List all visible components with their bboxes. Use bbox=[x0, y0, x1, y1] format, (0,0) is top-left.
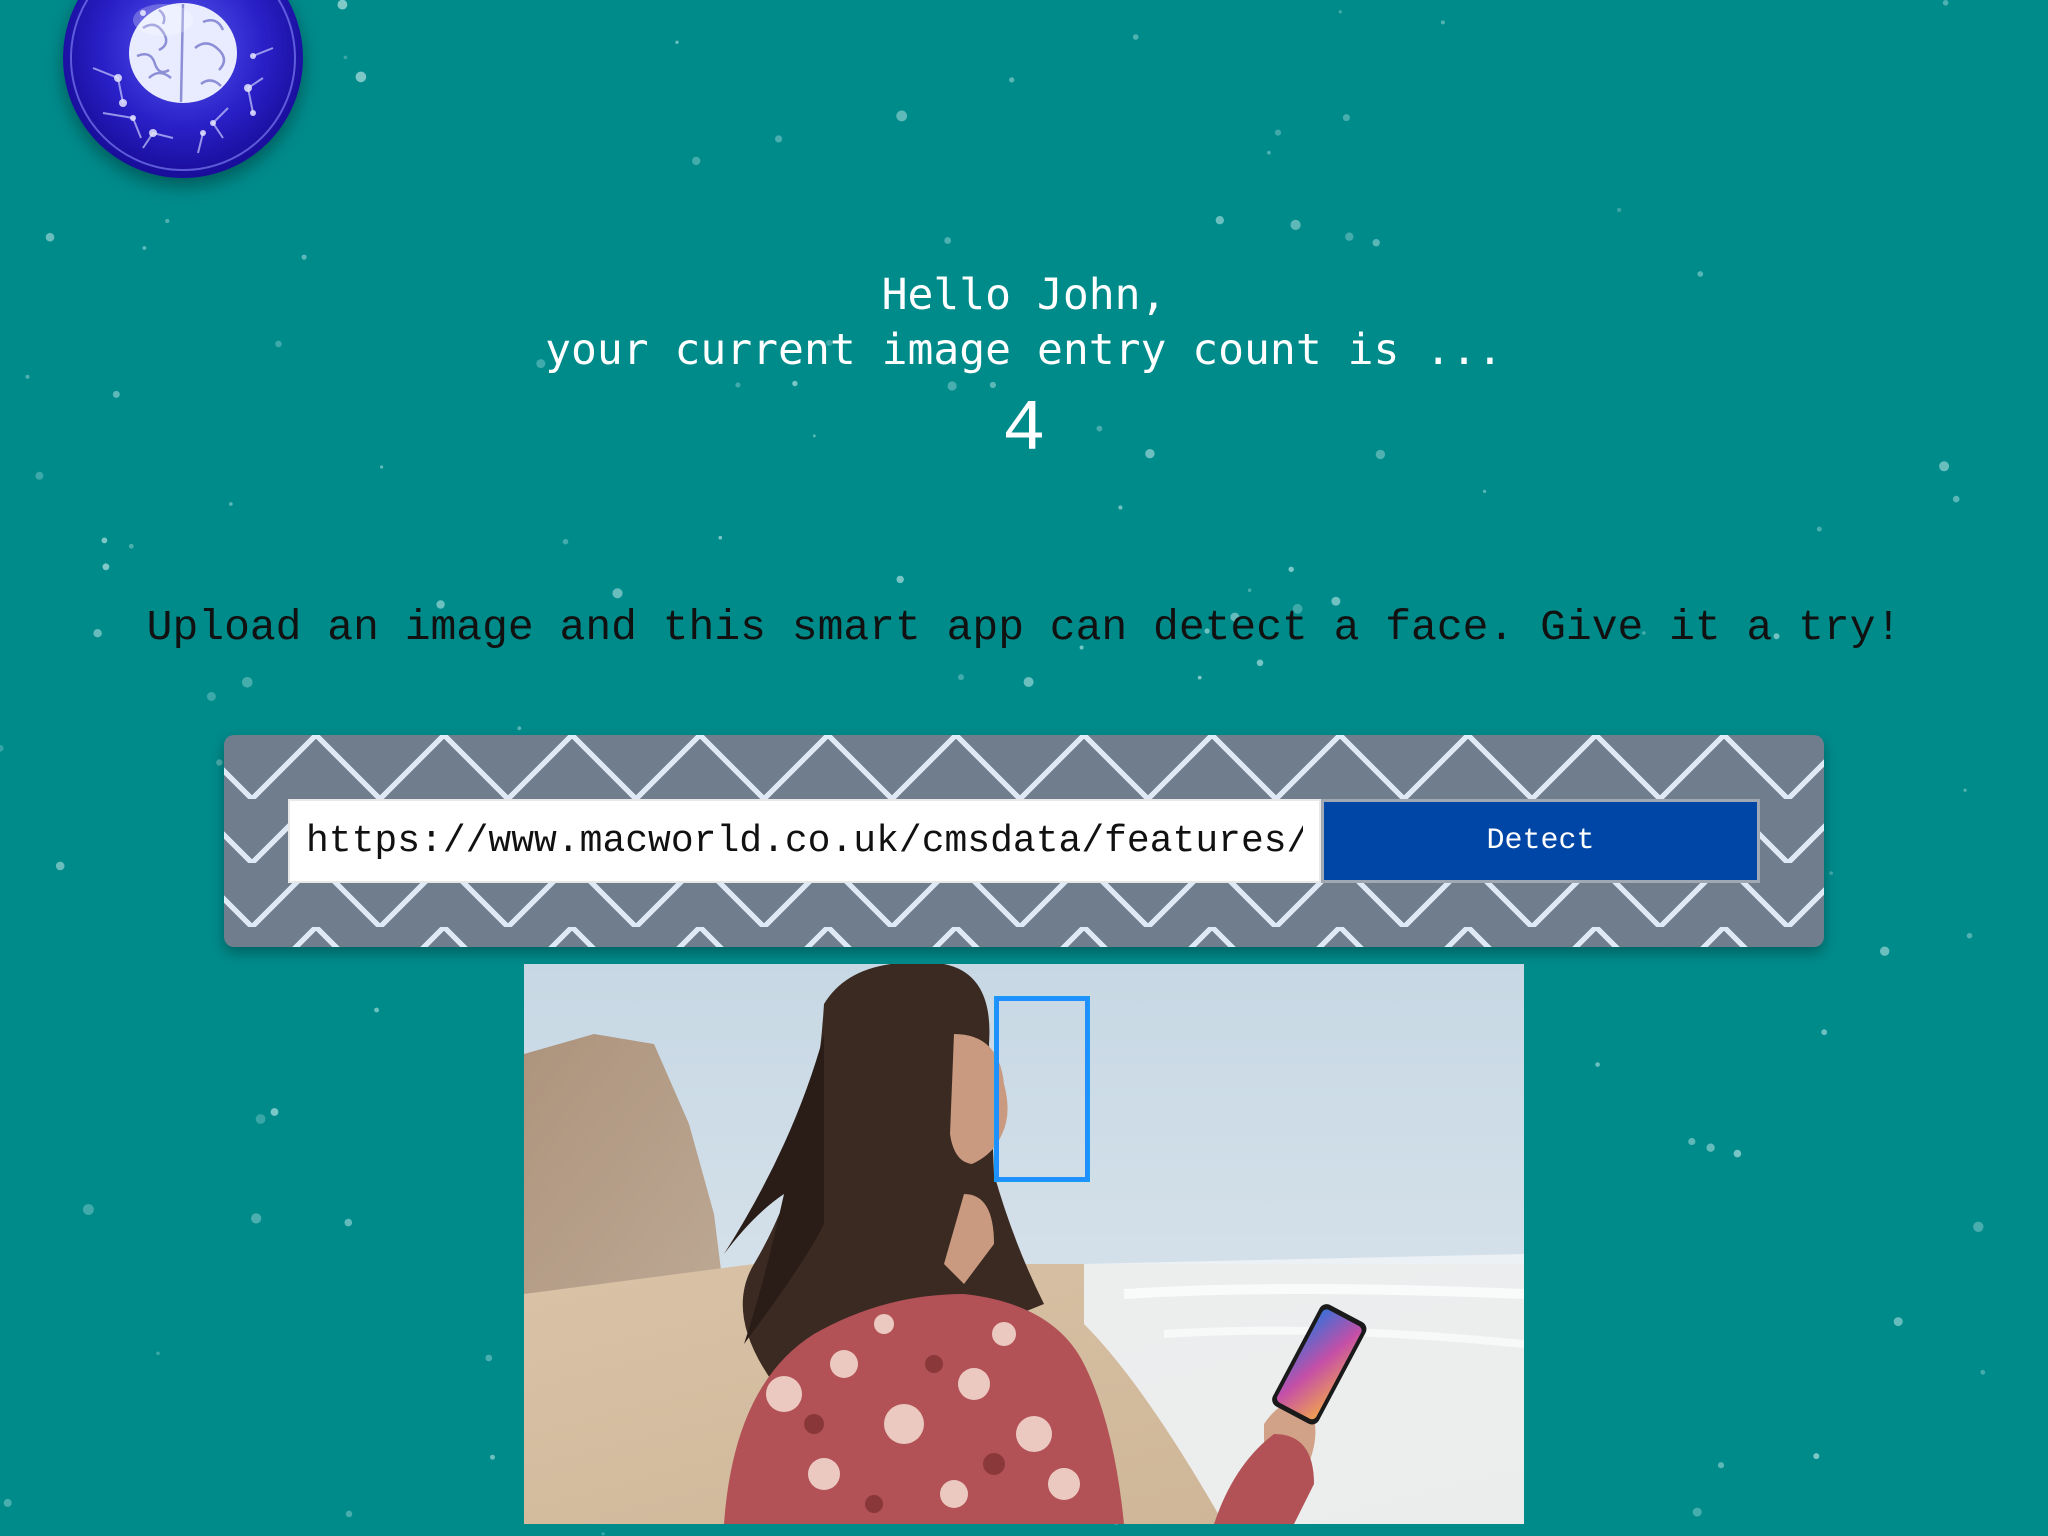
particle-dot bbox=[944, 237, 952, 244]
result-image-frame bbox=[524, 964, 1524, 1524]
particle-dot bbox=[301, 254, 307, 260]
particle-dot bbox=[1440, 20, 1445, 25]
particle-dot bbox=[1118, 505, 1123, 510]
particle-dot bbox=[128, 543, 134, 549]
particle-dot bbox=[1717, 1462, 1725, 1469]
particle-dot bbox=[1952, 495, 1960, 503]
particle-dot bbox=[1009, 77, 1015, 83]
particle-dot bbox=[102, 563, 110, 571]
particle-dot bbox=[1342, 114, 1350, 122]
particle-dot bbox=[1942, 0, 1949, 6]
particle-dot bbox=[1616, 207, 1622, 213]
particle-dot bbox=[156, 1351, 160, 1356]
particle-dot bbox=[1966, 932, 1973, 939]
particle-dot bbox=[1372, 239, 1380, 247]
particle-dot bbox=[343, 55, 348, 60]
greeting: Hello John, your current image entry cou… bbox=[0, 268, 2048, 378]
particle-dot bbox=[45, 232, 55, 242]
particle-dot bbox=[675, 40, 679, 44]
particle-dot bbox=[485, 1354, 493, 1362]
particle-dot bbox=[216, 759, 223, 766]
particle-dot bbox=[1688, 1137, 1696, 1146]
particle-dot bbox=[255, 1114, 266, 1124]
particle-dot bbox=[1963, 788, 1967, 792]
particle-dot bbox=[165, 218, 170, 224]
tagline: Upload an image and this smart app can d… bbox=[146, 603, 1902, 652]
particle-dot bbox=[1973, 1221, 1984, 1233]
particle-dot bbox=[345, 1510, 353, 1518]
particle-dot bbox=[1706, 1143, 1715, 1152]
particle-dot bbox=[1267, 150, 1271, 155]
entry-count: 4 bbox=[1002, 389, 1046, 471]
particle-dot bbox=[1483, 489, 1487, 493]
particle-dot bbox=[692, 156, 701, 166]
particle-dot bbox=[601, 1532, 605, 1536]
particle-dot bbox=[242, 677, 253, 688]
particle-dot bbox=[1893, 1317, 1903, 1327]
particle-dot bbox=[1816, 526, 1822, 532]
particle-dot bbox=[3, 1498, 12, 1507]
form-row: Detect bbox=[288, 799, 1760, 883]
greeting-line-2: your current image entry count is ... bbox=[545, 325, 1503, 375]
particle-dot bbox=[1821, 1029, 1828, 1036]
detect-button[interactable]: Detect bbox=[1321, 799, 1760, 883]
particle-dot bbox=[55, 861, 65, 871]
particle-dot bbox=[0, 745, 4, 752]
particle-dot bbox=[228, 502, 233, 506]
particle-dot bbox=[612, 588, 623, 599]
particle-dot bbox=[101, 537, 108, 544]
particle-dot bbox=[1247, 588, 1252, 592]
particle-dot bbox=[1338, 10, 1342, 14]
particle-dot bbox=[1980, 1369, 1986, 1375]
particle-dot bbox=[958, 674, 964, 681]
particle-dot bbox=[1256, 659, 1264, 667]
particle-dot bbox=[344, 1218, 353, 1227]
particle-dot bbox=[1215, 216, 1225, 225]
particle-dot bbox=[562, 538, 569, 545]
particle-dot bbox=[1813, 1453, 1820, 1460]
greeting-line-1: Hello John, bbox=[881, 270, 1167, 320]
particle-dot bbox=[1274, 129, 1282, 136]
brain-logo-icon[interactable] bbox=[63, 0, 303, 178]
particle-dot bbox=[1595, 1062, 1600, 1067]
particle-dot bbox=[1023, 677, 1034, 687]
particle-dot bbox=[1345, 232, 1354, 241]
face-bounding-box bbox=[995, 997, 1089, 1181]
particle-dot bbox=[1197, 675, 1202, 680]
particle-dot bbox=[1829, 871, 1833, 875]
particle-dot bbox=[775, 135, 783, 143]
particle-dot bbox=[355, 71, 367, 83]
particle-dot bbox=[374, 1007, 379, 1013]
particle-dot bbox=[82, 1204, 94, 1215]
particle-dot bbox=[1880, 946, 1890, 956]
particle-dot bbox=[142, 246, 147, 250]
particle-dot bbox=[896, 110, 908, 122]
image-url-form: Detect bbox=[224, 735, 1824, 947]
particle-dot bbox=[206, 692, 216, 701]
particle-dot bbox=[1132, 34, 1139, 40]
particle-dot bbox=[896, 575, 904, 584]
particle-dot bbox=[490, 1454, 495, 1460]
image-url-input[interactable] bbox=[288, 799, 1321, 883]
particle-dot bbox=[1288, 566, 1294, 572]
particle-dot bbox=[1692, 1507, 1702, 1517]
particle-dot bbox=[270, 1108, 279, 1116]
particle-dot bbox=[251, 1213, 262, 1224]
particle-dot bbox=[337, 0, 348, 10]
particle-dot bbox=[718, 535, 723, 540]
particle-dot bbox=[1733, 1149, 1742, 1158]
particle-dot bbox=[1290, 219, 1301, 230]
particle-dot bbox=[517, 726, 522, 731]
